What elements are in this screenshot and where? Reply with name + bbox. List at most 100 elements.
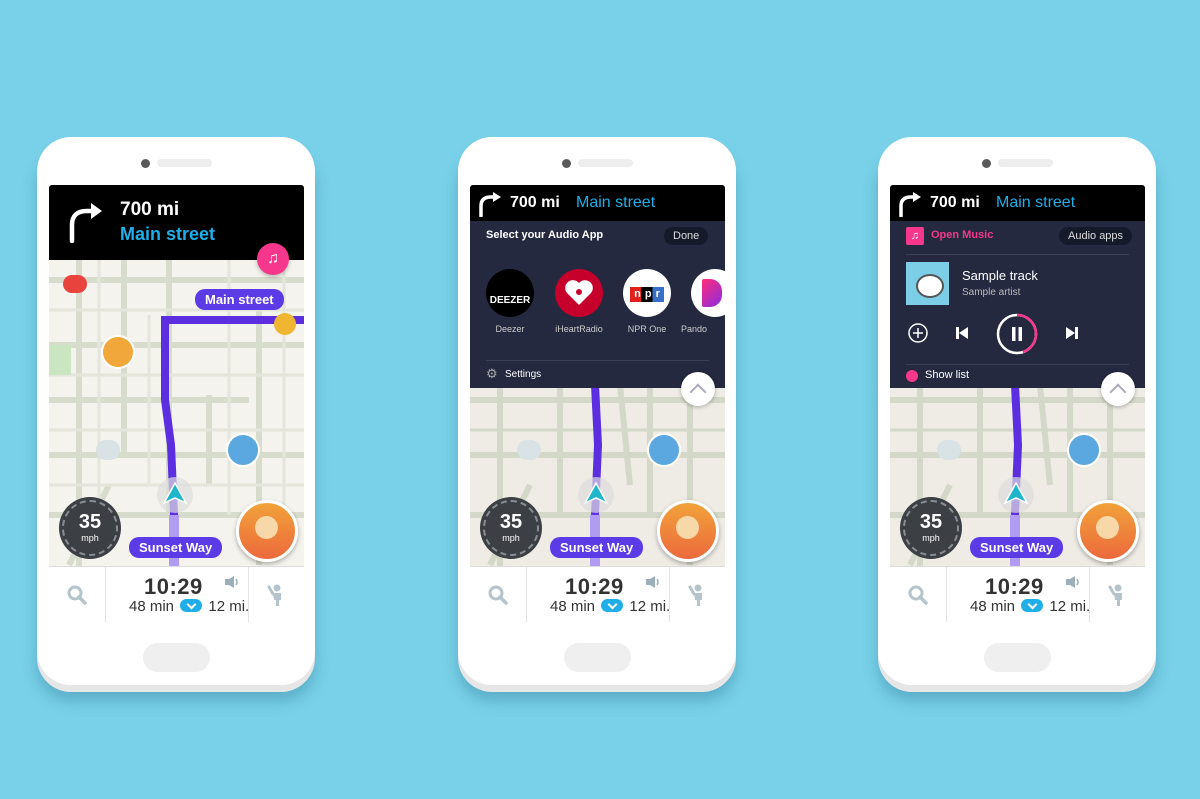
search-button[interactable]	[470, 567, 527, 622]
speed-unit: mph	[922, 533, 940, 543]
music-player-panel: ♫ Open Music Audio apps Sample track Sam…	[890, 221, 1145, 388]
chevron-down-icon[interactable]	[1021, 599, 1044, 612]
music-note-icon: ♫	[267, 250, 279, 267]
trip-duration: 48 min	[550, 598, 596, 615]
wazer-glasses-icon[interactable]	[937, 440, 961, 460]
speed-unit: mph	[81, 533, 99, 543]
sound-icon[interactable]	[1065, 575, 1081, 589]
front-camera	[141, 159, 150, 168]
screen: 700 mi Main street ♫ Open Music Audio ap…	[890, 185, 1145, 622]
carpool-button[interactable]	[248, 567, 304, 622]
sound-icon[interactable]	[645, 575, 661, 589]
turn-street: Main street	[576, 194, 656, 211]
construction-report-icon[interactable]	[101, 335, 135, 369]
police-report-icon[interactable]	[226, 433, 260, 467]
sound-icon[interactable]	[224, 575, 240, 589]
trip-summary[interactable]: 48 min 12 mi.	[129, 598, 249, 615]
search-button[interactable]	[890, 567, 947, 622]
turn-distance: 700 mi	[930, 194, 980, 211]
speedometer: 35 mph	[62, 500, 118, 556]
chevron-down-icon[interactable]	[180, 599, 203, 612]
chevron-down-icon[interactable]	[601, 599, 624, 612]
eta-time[interactable]: 10:29	[985, 574, 1044, 600]
app-name: Deezer	[495, 324, 525, 334]
current-street-label: Sunset Way	[970, 537, 1064, 558]
track-title: Sample track	[962, 268, 1038, 283]
play-pause-button[interactable]	[995, 312, 1039, 356]
collapse-panel-button[interactable]	[681, 372, 715, 406]
speed-unit: mph	[502, 533, 520, 543]
search-button[interactable]	[49, 567, 106, 622]
police-report-icon[interactable]	[647, 433, 681, 467]
trip-summary[interactable]: 48 min 12 mi.	[970, 598, 1090, 615]
previous-track-icon[interactable]	[954, 325, 970, 341]
wazer-glasses-icon[interactable]	[96, 440, 120, 460]
home-button[interactable]	[143, 643, 210, 672]
show-list-label: Show list	[925, 369, 970, 381]
pandora-logo	[691, 269, 725, 317]
track-artist: Sample artist	[962, 287, 1021, 298]
report-button[interactable]	[236, 500, 298, 562]
turn-right-arrow-icon	[69, 203, 102, 243]
carpool-button[interactable]	[1089, 567, 1145, 622]
report-button[interactable]	[657, 500, 719, 562]
eta-time[interactable]: 10:29	[144, 574, 203, 600]
trip-distance: 12 mi.	[1049, 598, 1091, 615]
app-name: Pando	[681, 324, 708, 334]
speed-value: 35	[499, 511, 523, 533]
report-button[interactable]	[1077, 500, 1139, 562]
music-note-icon: ♫	[906, 227, 924, 245]
gear-icon: ⚙	[486, 366, 498, 381]
wazer-sunflower-icon[interactable]	[274, 313, 296, 335]
carpool-button[interactable]	[669, 567, 725, 622]
police-report-icon[interactable]	[1067, 433, 1101, 467]
turn-right-arrow-icon	[899, 192, 921, 217]
heart-radio-icon	[565, 280, 593, 305]
trip-summary[interactable]: 48 min 12 mi.	[550, 598, 670, 615]
app-name: iHeartRadio	[555, 324, 603, 334]
phone-1: 700 mi Main street ♫ Main street 35 mph …	[37, 137, 315, 685]
wazer-icon[interactable]	[63, 275, 87, 293]
speed-value: 35	[919, 511, 943, 533]
trip-distance: 12 mi.	[629, 598, 671, 615]
search-icon	[67, 585, 87, 605]
turn-distance: 700 mi	[120, 199, 180, 220]
deezer-logo: DEEZER	[486, 269, 534, 317]
current-street-label: Sunset Way	[129, 537, 223, 558]
waving-person-icon	[1108, 584, 1122, 606]
earpiece	[998, 159, 1053, 167]
next-track-icon[interactable]	[1064, 325, 1080, 341]
turn-street: Main street	[120, 224, 216, 244]
turn-right-arrow-icon	[479, 192, 501, 217]
app-name: NPR One	[627, 324, 667, 334]
music-button[interactable]: ♫	[257, 243, 289, 275]
pause-icon	[1012, 327, 1022, 341]
picker-title: Select your Audio App	[486, 229, 604, 241]
nav-instruction-bar: 700 mi Main street	[470, 185, 725, 221]
front-camera	[562, 159, 571, 168]
eta-time[interactable]: 10:29	[565, 574, 624, 600]
audio-apps-button[interactable]: Audio apps	[1059, 227, 1133, 245]
wazer-glasses-icon[interactable]	[517, 440, 541, 460]
speedometer: 35 mph	[903, 500, 959, 556]
front-camera	[982, 159, 991, 168]
done-button[interactable]: Done	[664, 227, 709, 245]
home-button[interactable]	[984, 643, 1051, 672]
phone-2: 700 mi Main street Select your Audio App…	[458, 137, 736, 685]
nav-instruction-bar: 700 mi Main street	[890, 185, 1145, 221]
search-icon	[488, 585, 508, 605]
speedometer: 35 mph	[483, 500, 539, 556]
turn-street: Main street	[996, 194, 1076, 211]
home-button[interactable]	[564, 643, 631, 672]
route-street-label: Main street	[195, 289, 284, 310]
add-to-playlist-icon[interactable]	[907, 322, 929, 344]
bottom-bar: 10:29 48 min 12 mi.	[890, 566, 1145, 622]
speed-value: 35	[78, 511, 102, 533]
collapse-panel-button[interactable]	[1101, 372, 1135, 406]
waving-person-icon	[688, 584, 702, 606]
earpiece	[157, 159, 212, 167]
trip-distance: 12 mi.	[208, 598, 250, 615]
music-app-label: Open Music	[931, 229, 994, 241]
screen: 700 mi Main street ♫ Main street 35 mph …	[49, 185, 304, 622]
divider	[486, 360, 709, 361]
